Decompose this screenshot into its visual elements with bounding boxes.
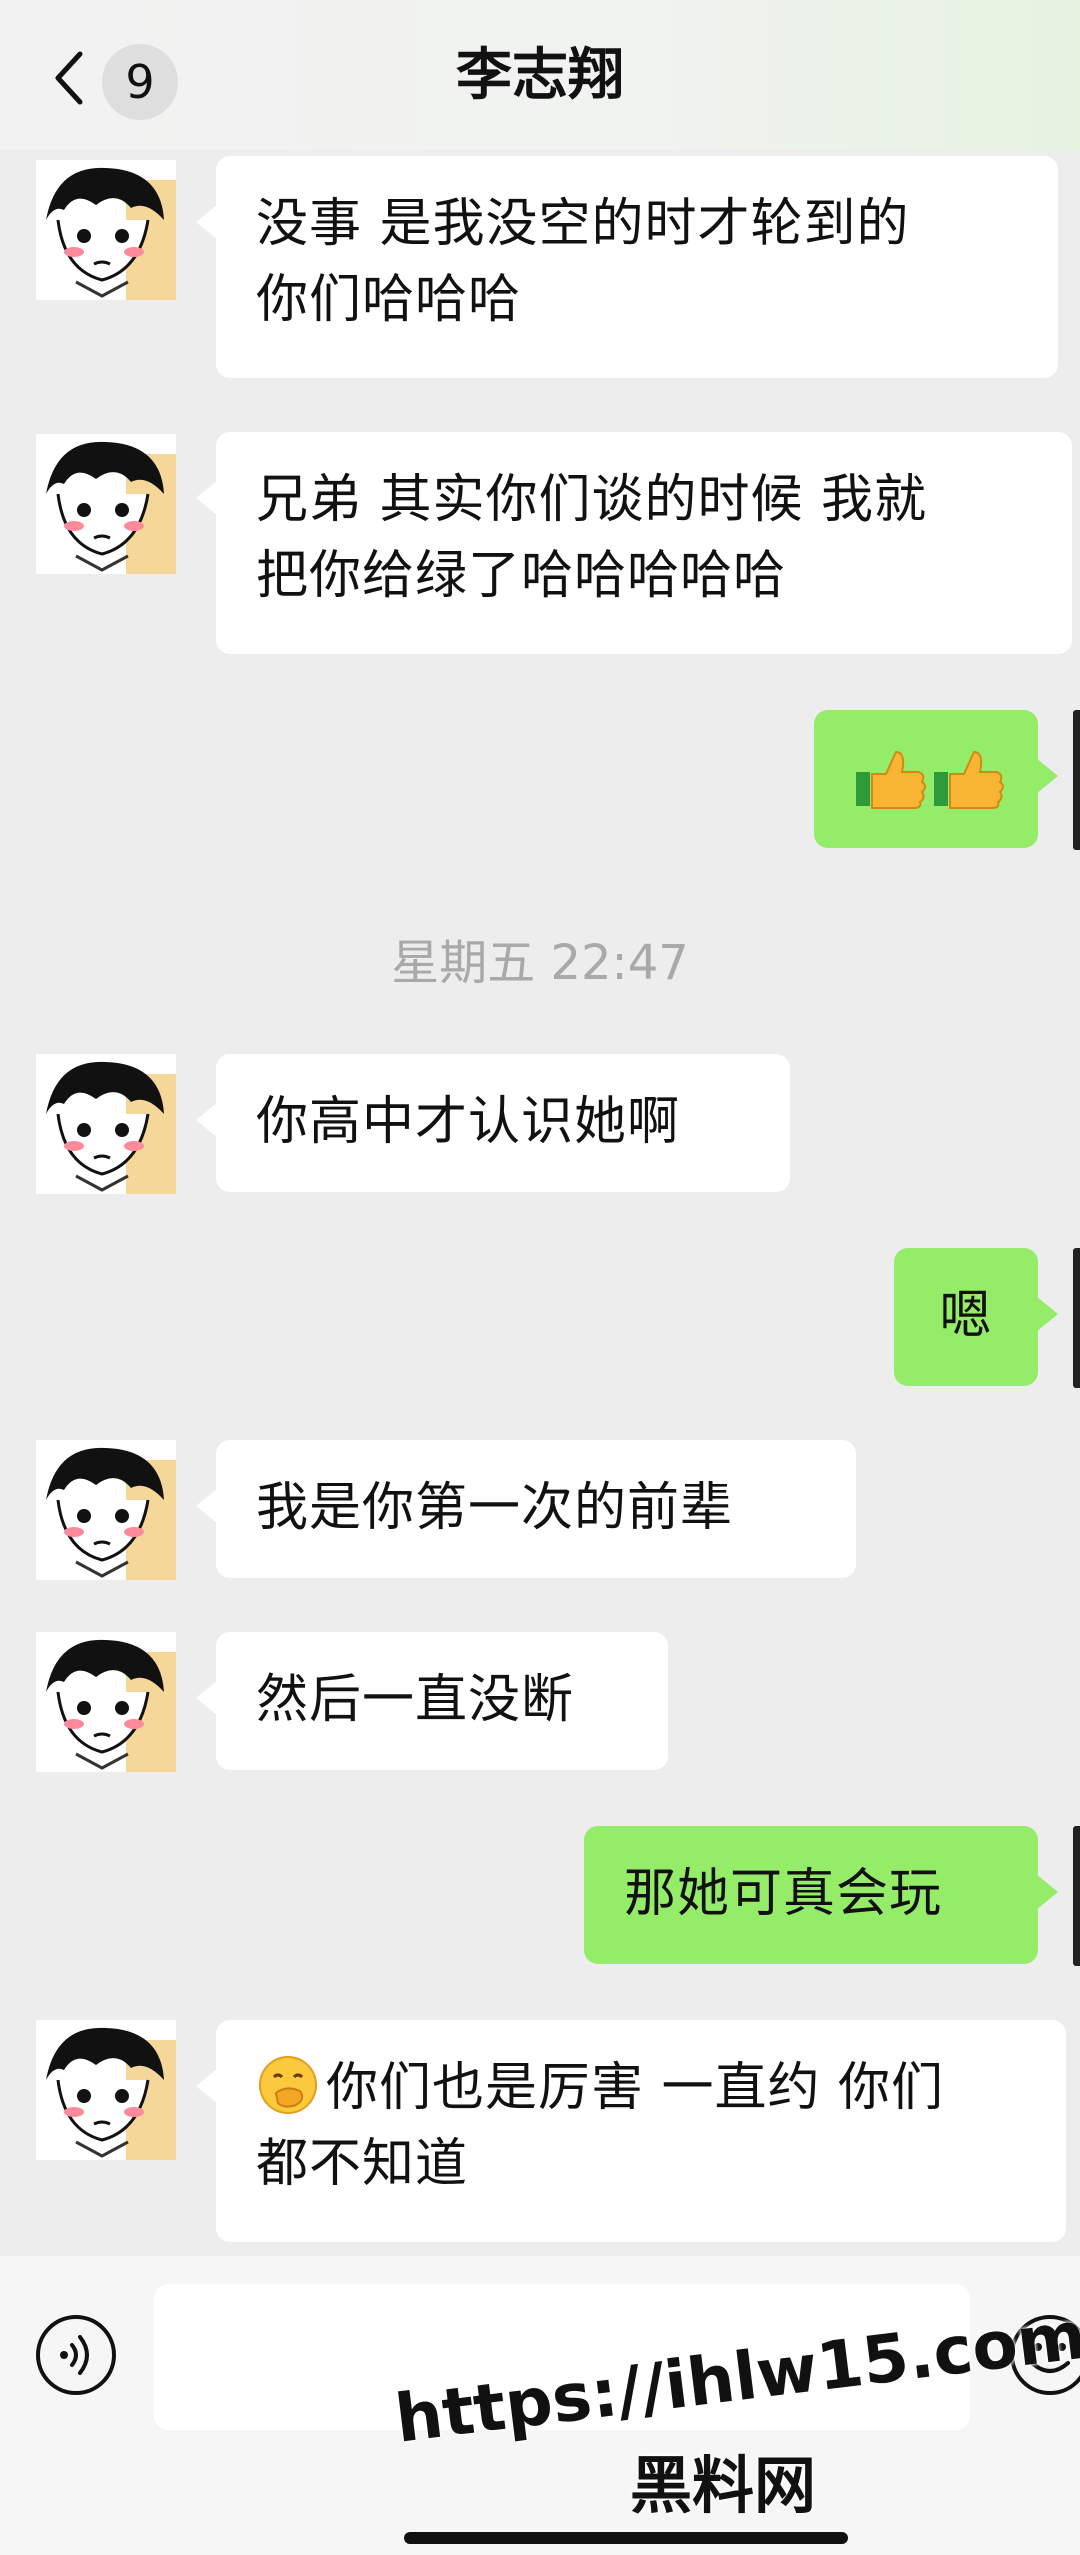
outgoing-message-bubble[interactable]: 嗯 [894,1248,1058,1386]
avatar-image [36,434,176,574]
outgoing-message-bubble[interactable]: 那她可真会玩 [584,1826,1058,1964]
contact-avatar[interactable] [36,1440,176,1580]
avatar-image [36,1632,176,1772]
message-text: 嗯 [939,1286,993,1346]
incoming-message-bubble[interactable]: 你们也是厉害 一直约 你们 都不知道 [196,2020,1066,2242]
thumbs-up-icon [856,750,1004,809]
voice-input-icon[interactable] [34,2313,118,2397]
message-text: 没事 是我没空的时才轮到的 [256,194,910,254]
message-text: 然后一直没断 [256,1670,575,1730]
watermark-name: 黑料网 [630,2449,817,2522]
message-text: 兄弟 其实你们谈的时候 我就 [256,470,928,530]
incoming-message-bubble[interactable]: 你高中才认识她啊 [196,1054,790,1192]
avatar-image [36,160,176,300]
message-text: 把你给绿了哈哈哈哈哈 [256,546,787,606]
self-avatar-edge[interactable] [1073,710,1080,850]
contact-avatar[interactable] [36,160,176,300]
contact-avatar[interactable] [36,2020,176,2160]
avatar-image [36,1440,176,1580]
message-text: 都不知道 [256,2134,469,2194]
home-indicator[interactable] [404,2532,848,2544]
message-timestamp: 星期五 22:47 [391,935,689,991]
incoming-message-bubble[interactable]: 没事 是我没空的时才轮到的 你们哈哈哈 [196,156,1058,378]
chat-title: 李志翔 [456,43,624,108]
message-text: 我是你第一次的前辈 [256,1478,734,1538]
contact-avatar[interactable] [36,1632,176,1772]
incoming-message-bubble[interactable]: 我是你第一次的前辈 [196,1440,856,1578]
self-avatar-edge[interactable] [1073,1248,1080,1388]
avatar-image [36,2020,176,2160]
message-text: 那她可真会玩 [624,1864,943,1924]
contact-avatar[interactable] [36,1054,176,1194]
chat-header: 9 李志翔 [0,0,1080,150]
incoming-message-bubble[interactable]: 兄弟 其实你们谈的时候 我就 把你给绿了哈哈哈哈哈 [196,432,1072,654]
avatar-image [36,1054,176,1194]
outgoing-message-bubble[interactable] [814,710,1058,848]
self-avatar-edge[interactable] [1073,1826,1080,1966]
message-text: 你高中才认识她啊 [256,1092,681,1152]
hand-over-mouth-emoji-icon [259,2056,317,2114]
contact-avatar[interactable] [36,434,176,574]
message-text: 你们也是厉害 一直约 你们 [326,2058,945,2118]
incoming-message-bubble[interactable]: 然后一直没断 [196,1632,668,1770]
message-text: 你们哈哈哈 [256,270,522,330]
